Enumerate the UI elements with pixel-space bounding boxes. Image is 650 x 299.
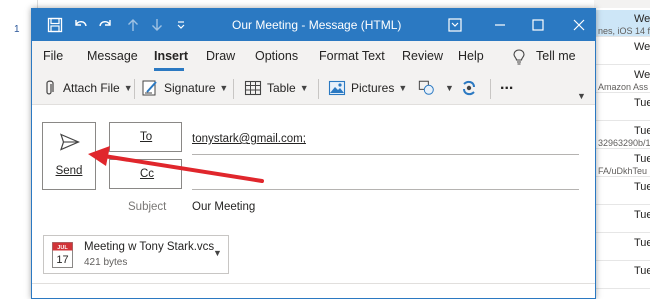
background-list-item-preview: FA/uDkhTeu — [598, 166, 648, 176]
save-icon[interactable] — [46, 16, 64, 34]
chevron-down-icon: ▼ — [398, 83, 408, 93]
up-arrow-icon[interactable] — [124, 16, 142, 34]
background-topbar — [594, 0, 650, 8]
signature-button[interactable]: Signature ▼ — [141, 79, 228, 97]
tell-me-search[interactable]: Tell me — [536, 49, 576, 63]
background-list-item-preview: nes, iOS 14 f — [598, 26, 650, 36]
background-list-item: Tue — [594, 234, 650, 261]
compose-window: Our Meeting - Message (HTML) File Messag… — [31, 8, 596, 299]
redo-icon[interactable] — [96, 16, 114, 34]
background-list-item-date: Tue — [634, 209, 650, 221]
attach-file-button[interactable]: Attach File ▼ — [40, 79, 133, 97]
tab-file[interactable]: File — [43, 49, 63, 63]
background-list-item: Tue — [594, 94, 650, 121]
undo-icon[interactable] — [72, 16, 90, 34]
collapse-ribbon-icon[interactable]: ▼ — [577, 91, 586, 101]
tab-insert[interactable]: Insert — [154, 49, 188, 63]
shapes-icon — [418, 79, 436, 97]
background-row-number: 1 — [14, 24, 20, 35]
chevron-down-icon: ▼ — [445, 83, 454, 93]
attach-file-label: Attach File — [63, 81, 120, 95]
ribbon-separator — [134, 79, 135, 99]
attachment-card[interactable]: JUL 17 Meeting w Tony Stark.vcs 421 byte… — [43, 235, 229, 274]
background-list-item-date: Tue — [634, 237, 650, 249]
menu-bar: File Message Insert Draw Options Format … — [32, 41, 595, 71]
table-icon — [244, 79, 262, 97]
table-label: Table — [267, 81, 296, 95]
shapes-button[interactable]: ▼ — [418, 79, 454, 97]
smartart-button[interactable] — [460, 79, 483, 97]
maximize-icon[interactable] — [529, 16, 547, 34]
lightbulb-icon[interactable] — [510, 48, 528, 66]
background-list-item-preview: Amazon Ass — [598, 82, 649, 92]
close-icon[interactable] — [570, 16, 588, 34]
message-body-divider — [32, 283, 595, 284]
to-field-underline — [192, 154, 579, 155]
tab-message[interactable]: Message — [87, 49, 138, 63]
chevron-down-icon: ▼ — [299, 83, 309, 93]
chevron-down-icon: ▼ — [123, 83, 133, 93]
tab-draw[interactable]: Draw — [206, 49, 235, 63]
cc-label: Cc — [140, 168, 155, 180]
cc-field-underline — [192, 189, 579, 190]
background-list-item-date: Tue — [634, 97, 650, 109]
ribbon: Attach File ▼ Signature ▼ Table ▼ Pictur… — [32, 71, 595, 105]
send-icon — [60, 133, 81, 154]
cc-button[interactable]: Cc — [109, 159, 182, 189]
attachment-name: Meeting w Tony Stark.vcs — [84, 241, 215, 253]
attachment-size: 421 bytes — [84, 257, 128, 268]
chevron-down-icon: ▼ — [219, 83, 229, 93]
ribbon-separator — [318, 79, 319, 99]
customize-icon[interactable] — [172, 16, 190, 34]
calendar-day: 17 — [56, 254, 68, 266]
background-list-item: We — [594, 38, 650, 65]
subject-label: Subject — [128, 201, 167, 213]
background-list-item-date: We — [634, 41, 650, 53]
calendar-month: JUL — [57, 245, 68, 251]
signature-icon — [141, 79, 159, 97]
background-list-item-date: We — [634, 13, 650, 25]
chevron-down-icon[interactable]: ▼ — [213, 248, 222, 258]
background-list-item: We Amazon Ass — [594, 66, 650, 93]
title-bar: Our Meeting - Message (HTML) — [32, 9, 595, 41]
subject-field[interactable]: Our Meeting — [192, 201, 255, 213]
picture-icon — [328, 79, 346, 97]
send-button[interactable]: Send — [42, 122, 96, 190]
background-list-item-date: Tue — [634, 265, 650, 277]
background-list-item-date: Tue — [634, 125, 650, 137]
background-list-item: TueFA/uDkhTeu — [594, 150, 650, 177]
background-list-item: Tue — [594, 262, 650, 289]
ribbon-separator — [490, 79, 491, 99]
window-title: Our Meeting - Message (HTML) — [232, 18, 402, 32]
down-arrow-icon[interactable] — [148, 16, 166, 34]
background-list-item: Tue — [594, 178, 650, 205]
background-list-item: Tue32963290b/1 — [594, 122, 650, 149]
pictures-label: Pictures — [351, 81, 395, 95]
background-list-item-date: Tue — [634, 153, 650, 165]
background-list-item-preview: 32963290b/1 — [598, 138, 650, 148]
pictures-button[interactable]: Pictures ▼ — [328, 79, 407, 97]
to-label: To — [140, 131, 153, 143]
background-list-item: Tue — [594, 206, 650, 233]
tab-help[interactable]: Help — [458, 49, 484, 63]
minimize-icon[interactable] — [491, 16, 509, 34]
send-label: Send — [55, 165, 83, 177]
table-button[interactable]: Table ▼ — [244, 79, 309, 97]
calendar-icon: JUL 17 — [52, 242, 73, 268]
background-message-list: Wenes, iOS 14 fWeWeAmazon AssTueTue32963… — [594, 0, 650, 299]
to-button[interactable]: To — [109, 122, 182, 152]
tab-format-text[interactable]: Format Text — [319, 49, 385, 63]
tab-options[interactable]: Options — [255, 49, 298, 63]
to-field[interactable]: tonystark@gmail.com; — [192, 133, 306, 145]
background-list-item-date: Tue — [634, 181, 650, 193]
paperclip-icon — [40, 79, 58, 97]
more-options-button[interactable]: ... — [500, 76, 513, 94]
ribbon-display-icon[interactable] — [446, 16, 464, 34]
ribbon-separator — [233, 79, 234, 99]
background-list-item-date: We — [634, 69, 650, 81]
background-list-item: We nes, iOS 14 f — [594, 10, 650, 37]
tab-review[interactable]: Review — [402, 49, 443, 63]
signature-label: Signature — [164, 81, 216, 95]
smartart-icon — [460, 79, 478, 97]
